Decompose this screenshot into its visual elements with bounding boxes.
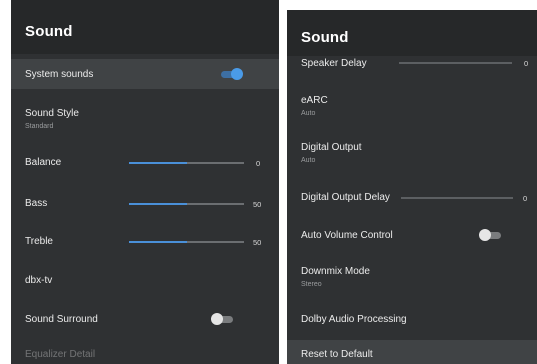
- balance-label: Balance: [25, 157, 62, 168]
- speaker-delay-value: 0: [524, 59, 529, 68]
- equalizer-detail-label: Equalizer Detail: [25, 349, 96, 360]
- dolby-audio-processing-row[interactable]: Dolby Audio Processing: [287, 308, 537, 332]
- earc-value: Auto: [301, 110, 316, 117]
- sound-surround-row[interactable]: Sound Surround: [11, 306, 279, 334]
- downmix-mode-row[interactable]: Downmix Mode Stereo: [287, 260, 537, 294]
- bass-slider[interactable]: [129, 203, 244, 205]
- treble-slider-fill: [129, 241, 187, 243]
- dolby-audio-processing-label: Dolby Audio Processing: [301, 314, 407, 325]
- bass-value: 50: [253, 200, 262, 209]
- downmix-mode-value: Stereo: [301, 281, 322, 288]
- balance-value: 0: [256, 159, 261, 168]
- system-sounds-toggle[interactable]: [219, 68, 243, 80]
- toggle-knob: [211, 313, 223, 325]
- toggle-knob: [231, 68, 243, 80]
- equalizer-detail-row[interactable]: Equalizer Detail: [11, 344, 279, 364]
- reset-to-default-label: Reset to Default: [301, 349, 373, 360]
- treble-slider[interactable]: [129, 241, 244, 243]
- panel-header: Sound: [11, 0, 279, 54]
- earc-row[interactable]: eARC Auto: [287, 88, 537, 122]
- sound-style-value: Standard: [25, 123, 54, 130]
- sound-style-label: Sound Style: [25, 108, 79, 119]
- bass-label: Bass: [25, 198, 48, 209]
- balance-row[interactable]: Balance 0: [11, 150, 279, 176]
- digital-output-delay-label: Digital Output Delay: [301, 192, 390, 203]
- panel-header: Sound: [287, 10, 537, 56]
- dbx-tv-label: dbx-tv: [25, 275, 53, 286]
- system-sounds-row[interactable]: System sounds: [11, 59, 279, 89]
- digital-output-label: Digital Output: [301, 142, 362, 153]
- speaker-delay-slider[interactable]: [399, 62, 512, 64]
- treble-label: Treble: [25, 236, 53, 247]
- system-sounds-label: System sounds: [25, 69, 94, 80]
- digital-output-delay-value: 0: [523, 194, 528, 203]
- balance-slider-fill: [129, 162, 187, 164]
- digital-output-value: Auto: [301, 157, 316, 164]
- page-title: Sound: [301, 29, 349, 46]
- balance-slider[interactable]: [129, 162, 244, 164]
- digital-output-row[interactable]: Digital Output Auto: [287, 135, 537, 169]
- auto-volume-control-row[interactable]: Auto Volume Control: [287, 224, 537, 248]
- treble-value: 50: [253, 238, 262, 247]
- auto-volume-control-label: Auto Volume Control: [301, 230, 393, 241]
- digital-output-delay-row[interactable]: Digital Output Delay 0: [287, 186, 537, 210]
- dbx-tv-row[interactable]: dbx-tv: [11, 268, 279, 294]
- speaker-delay-label: Speaker Delay: [301, 58, 367, 69]
- toggle-knob: [479, 229, 491, 241]
- sound-settings-panel-right: Sound Speaker Delay 0 eARC Auto Digital …: [287, 10, 537, 364]
- treble-row[interactable]: Treble 50: [11, 229, 279, 255]
- sound-settings-panel-left: Sound System sounds Sound Style Standard…: [11, 0, 279, 364]
- downmix-mode-label: Downmix Mode: [301, 266, 370, 277]
- sound-surround-label: Sound Surround: [25, 314, 98, 325]
- sound-surround-toggle[interactable]: [211, 313, 235, 325]
- earc-label: eARC: [301, 95, 328, 106]
- reset-to-default-row[interactable]: Reset to Default: [287, 340, 537, 364]
- bass-row[interactable]: Bass 50: [11, 191, 279, 217]
- digital-output-delay-slider[interactable]: [401, 197, 513, 199]
- page-title: Sound: [25, 23, 73, 40]
- sound-style-row[interactable]: Sound Style Standard: [11, 100, 279, 136]
- auto-volume-control-toggle[interactable]: [479, 229, 503, 241]
- bass-slider-fill: [129, 203, 187, 205]
